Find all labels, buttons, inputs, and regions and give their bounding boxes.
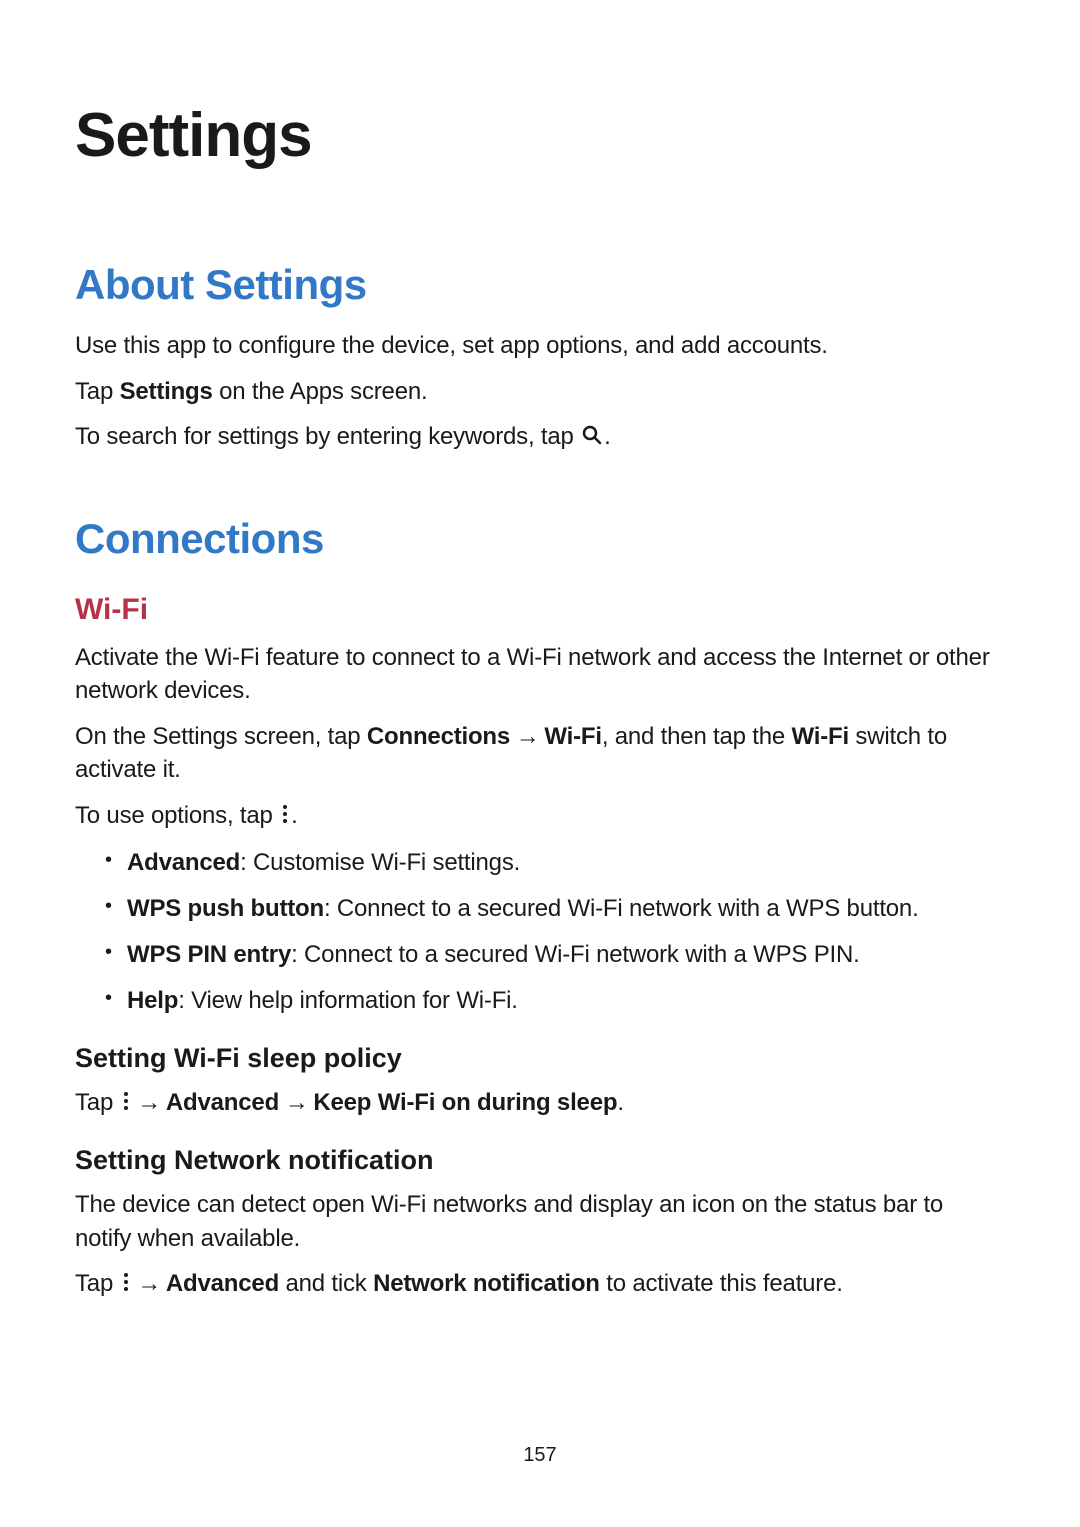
text: and tick [279,1270,373,1297]
keep-wifi-label: Keep Wi-Fi on during sleep [313,1089,617,1116]
arrow-icon: → [132,1270,166,1297]
text: . [617,1089,623,1116]
option-desc: : View help information for Wi-Fi. [178,987,518,1014]
network-notification-label: Network notification [373,1270,600,1297]
advanced-label: Advanced [166,1089,279,1116]
sleep-policy-heading: Setting Wi-Fi sleep policy [75,1043,1005,1074]
text: . [604,423,610,450]
advanced-label: Advanced [166,1270,279,1297]
network-notification-paragraph-2: Tap → Advanced and tick Network notifica… [75,1267,1005,1301]
arrow-icon: → [132,1089,166,1116]
option-name: Help [127,987,178,1014]
list-item: WPS PIN entry: Connect to a secured Wi-F… [105,937,1005,973]
text: Tap [75,1089,120,1116]
option-desc: : Connect to a secured Wi-Fi network wit… [324,895,919,922]
text: On the Settings screen, tap [75,723,367,750]
network-notification-heading: Setting Network notification [75,1145,1005,1176]
connections-label: Connections [367,723,510,750]
more-icon [122,1087,130,1121]
about-paragraph-2: Tap Settings on the Apps screen. [75,375,1005,409]
text: . [291,802,297,829]
option-desc: : Connect to a secured Wi-Fi network wit… [291,941,859,968]
about-paragraph-3: To search for settings by entering keywo… [75,420,1005,454]
wifi-switch-label: Wi-Fi [792,723,849,750]
wifi-options-list: Advanced: Customise Wi-Fi settings. WPS … [105,845,1005,1019]
page-content: Settings About Settings Use this app to … [0,0,1080,1302]
option-desc: : Customise Wi-Fi settings. [240,849,520,876]
list-item: WPS push button: Connect to a secured Wi… [105,891,1005,927]
search-icon [582,421,602,455]
list-item: Help: View help information for Wi-Fi. [105,983,1005,1019]
arrow-icon: → [510,723,544,750]
text: to activate this feature. [600,1270,843,1297]
more-icon [122,1268,130,1302]
settings-label: Settings [120,378,213,405]
sleep-policy-paragraph: Tap → Advanced → Keep Wi-Fi on during sl… [75,1086,1005,1120]
wifi-paragraph-3: To use options, tap . [75,799,1005,833]
text: Tap [75,1270,120,1297]
page-number: 157 [0,1444,1080,1467]
option-name: WPS PIN entry [127,941,291,968]
connections-heading: Connections [75,515,1005,563]
list-item: Advanced: Customise Wi-Fi settings. [105,845,1005,881]
wifi-paragraph-2: On the Settings screen, tap Connections … [75,720,1005,787]
arrow-icon: → [279,1089,313,1116]
text: To use options, tap [75,802,279,829]
about-heading: About Settings [75,261,1005,309]
wifi-label: Wi-Fi [544,723,601,750]
about-paragraph-1: Use this app to configure the device, se… [75,329,1005,363]
text: Tap [75,378,120,405]
option-name: WPS push button [127,895,324,922]
text: , and then tap the [602,723,792,750]
option-name: Advanced [127,849,240,876]
more-icon [281,800,289,834]
wifi-heading: Wi-Fi [75,593,1005,627]
text: on the Apps screen. [213,378,428,405]
page-title: Settings [75,100,1005,171]
text: To search for settings by entering keywo… [75,423,580,450]
wifi-paragraph-1: Activate the Wi-Fi feature to connect to… [75,641,1005,708]
network-notification-paragraph-1: The device can detect open Wi-Fi network… [75,1188,1005,1255]
